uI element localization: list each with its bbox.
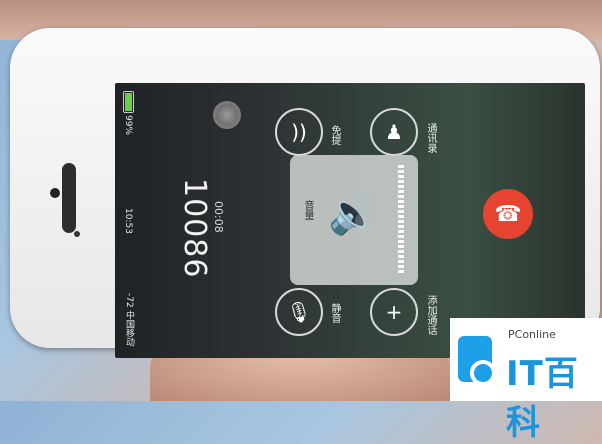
plus-icon: + [385,300,403,324]
volume-hud: 音量 🔊 [290,155,418,285]
battery-fill [125,93,132,111]
mute-label: 静音 [329,303,340,323]
logo-big-text: IT百科 [506,354,579,443]
call-number: 10086 [177,178,212,279]
contacts-label: 通讯录 [425,123,436,153]
carrier-label: -72 中国移动 [124,293,134,347]
speaker-icon: )) [291,120,307,144]
logo-small-text: PConline [508,328,556,341]
phone-hangup-icon: ☎ [494,201,522,227]
volume-speaker-icon: 🔊 [328,191,378,237]
status-bar: 99% 10:53 -72 中国移动 [115,83,137,358]
battery-icon [123,91,134,113]
end-call-button[interactable]: ☎ [483,189,533,239]
call-screen: 99% 10:53 -72 中国移动 10086 00:08 )) 免提 ♟ 通… [115,83,585,358]
status-time: 10:53 [123,208,133,234]
logo-q-icon [470,360,496,386]
add-call-label: 添加通话 [425,295,436,335]
mic-off-icon: 🎙 [286,300,312,324]
mute-button[interactable]: 🎙 [275,288,323,336]
speaker-label: 免提 [329,125,340,145]
volume-label: 音量 [302,200,313,220]
call-duration: 00:08 [212,201,225,233]
add-call-button[interactable]: + [370,288,418,336]
volume-level-bar [398,165,404,275]
watermark-logo: PConline IT百科 [450,318,602,443]
earpiece-speaker [62,163,76,233]
contacts-icon: ♟ [385,120,403,144]
pconline-logo-icon [458,336,496,386]
speaker-button[interactable]: )) [275,108,323,156]
front-camera [50,188,60,198]
assistive-touch-button[interactable] [213,101,241,129]
proximity-sensor [74,231,80,237]
contacts-button[interactable]: ♟ [370,108,418,156]
iphone-device: 99% 10:53 -72 中国移动 10086 00:08 )) 免提 ♟ 通… [10,28,600,358]
battery-percent: 99% [123,115,133,136]
